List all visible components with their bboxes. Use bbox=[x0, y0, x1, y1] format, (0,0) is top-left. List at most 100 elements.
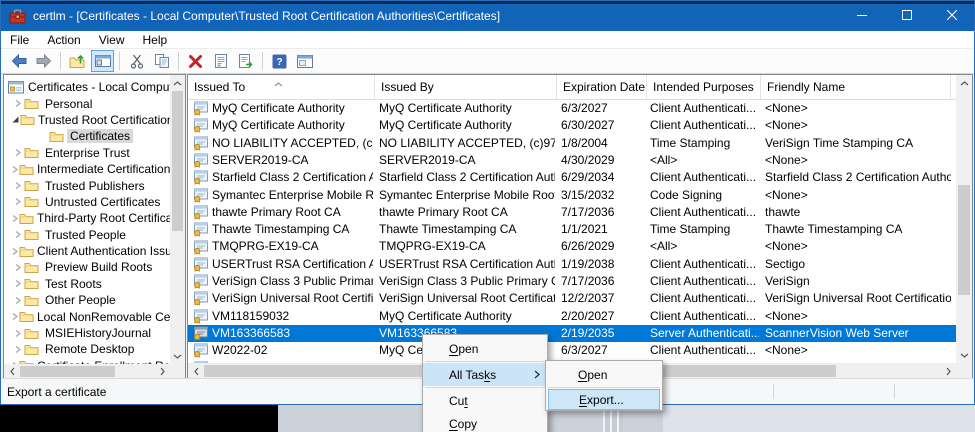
scrollbar-thumb[interactable] bbox=[958, 185, 970, 295]
tree-item-label: Preview Build Roots bbox=[42, 260, 155, 274]
table-row-starfield-class-2-certification-a[interactable]: Starfield Class 2 Certification A...Star… bbox=[188, 169, 956, 186]
table-row-myq-certificate-authority[interactable]: MyQ Certificate AuthorityMyQ Certificate… bbox=[188, 100, 956, 117]
chevron-collapsed-icon[interactable] bbox=[11, 181, 24, 190]
copy-button[interactable] bbox=[150, 50, 173, 72]
chevron-collapsed-icon[interactable] bbox=[11, 165, 19, 174]
tree-horizontal-scrollbar[interactable] bbox=[4, 364, 170, 379]
list-vertical-scrollbar[interactable] bbox=[956, 75, 972, 363]
tree-item-local-nonremovable-cert[interactable]: Local NonRemovable Cert bbox=[4, 308, 170, 324]
tree-item-remote-desktop[interactable]: Remote Desktop bbox=[4, 341, 170, 357]
issued-to-text: NO LIABILITY ACCEPTED, (c)97 ... bbox=[212, 135, 373, 152]
column-header-intended-purposes[interactable]: Intended Purposes bbox=[647, 75, 761, 100]
menubar-item-action[interactable]: Action bbox=[38, 31, 89, 49]
cut-icon bbox=[130, 54, 144, 69]
cell-issued-to: NO LIABILITY ACCEPTED, (c)97 ... bbox=[192, 135, 373, 152]
close-button[interactable] bbox=[929, 1, 974, 31]
tree-item-enterprise-trust[interactable]: Enterprise Trust bbox=[4, 145, 170, 161]
tree-item-test-roots[interactable]: Test Roots bbox=[4, 276, 170, 292]
help-button[interactable]: ? bbox=[268, 50, 291, 72]
show-console-tree-button[interactable] bbox=[91, 50, 114, 72]
scroll-up-arrow-icon[interactable] bbox=[170, 75, 185, 91]
tree-item-third-party-root-certifica[interactable]: Third-Party Root Certifica bbox=[4, 210, 170, 226]
menubar-item-file[interactable]: File bbox=[1, 31, 38, 49]
cell-friendly-name: Starfield Class 2 Certification Autho... bbox=[765, 169, 951, 186]
tree-item-preview-build-roots[interactable]: Preview Build Roots bbox=[4, 259, 170, 275]
table-row-server2019-ca[interactable]: SERVER2019-CASERVER2019-CA4/30/2029<All>… bbox=[188, 152, 956, 169]
tree-item-trusted-people[interactable]: Trusted People bbox=[4, 227, 170, 243]
certificate-icon bbox=[192, 343, 208, 358]
menu-item-export[interactable]: Export... bbox=[548, 389, 660, 410]
table-row-verisign-class-3-public-primary[interactable]: VeriSign Class 3 Public Primary ...VeriS… bbox=[188, 273, 956, 290]
scrollbar-thumb[interactable] bbox=[172, 91, 183, 231]
chevron-collapsed-icon[interactable] bbox=[11, 148, 24, 157]
table-row-usertrust-rsa-certification-aut[interactable]: USERTrust RSA Certification Aut...USERTr… bbox=[188, 256, 956, 273]
scroll-left-arrow-icon[interactable] bbox=[188, 363, 204, 379]
chevron-collapsed-icon[interactable] bbox=[11, 279, 24, 288]
maximize-icon bbox=[902, 9, 912, 23]
chevron-collapsed-icon[interactable] bbox=[11, 230, 24, 239]
new-window-button[interactable] bbox=[293, 50, 316, 72]
scroll-down-arrow-icon[interactable] bbox=[170, 348, 185, 364]
scroll-right-arrow-icon[interactable] bbox=[154, 364, 170, 379]
properties-button[interactable] bbox=[209, 50, 232, 72]
chevron-collapsed-icon[interactable] bbox=[11, 263, 24, 272]
scroll-left-arrow-icon[interactable] bbox=[4, 364, 20, 379]
table-row-tmqprg-ex19-ca[interactable]: TMQPRG-EX19-CATMQPRG-EX19-CA6/26/2029<Al… bbox=[188, 238, 956, 255]
chevron-expanded-icon[interactable] bbox=[11, 115, 20, 124]
chevron-collapsed-icon[interactable] bbox=[11, 99, 24, 108]
menu-item-all-tasks[interactable]: All Tasks bbox=[423, 363, 547, 386]
minimize-button[interactable] bbox=[839, 1, 884, 31]
table-row-verisign-universal-root-certific[interactable]: VeriSign Universal Root Certific...VeriS… bbox=[188, 290, 956, 307]
column-header-expiration-date[interactable]: Expiration Date bbox=[557, 75, 647, 100]
scrollbar-thumb[interactable] bbox=[20, 366, 115, 377]
chevron-collapsed-icon[interactable] bbox=[11, 345, 24, 354]
tree-item-msiehistoryjournal[interactable]: MSIEHistoryJournal bbox=[4, 325, 170, 341]
export-list-button[interactable] bbox=[234, 50, 257, 72]
table-row-myq-certificate-authority[interactable]: MyQ Certificate AuthorityMyQ Certificate… bbox=[188, 117, 956, 134]
tree-item-trusted-publishers[interactable]: Trusted Publishers bbox=[4, 177, 170, 193]
tree-item-untrusted-certificates[interactable]: Untrusted Certificates bbox=[4, 194, 170, 210]
maximize-button[interactable] bbox=[884, 1, 929, 31]
tree-item-client-authentication-issu[interactable]: Client Authentication Issu bbox=[4, 243, 170, 259]
tree-item-root[interactable]: Certificates - Local Computer bbox=[4, 79, 170, 95]
table-row-thawte-primary-root-ca[interactable]: thawte Primary Root CAthawte Primary Roo… bbox=[188, 204, 956, 221]
table-row-vm118159032[interactable]: VM118159032MyQ Certificate Authority2/20… bbox=[188, 308, 956, 325]
forward-button[interactable] bbox=[32, 50, 55, 72]
toolbar-separator bbox=[262, 52, 263, 70]
menu-item-copy[interactable]: Copy bbox=[423, 412, 547, 432]
menu-item-open[interactable]: Open bbox=[546, 363, 662, 386]
table-row-w2022-02[interactable]: W2022-02MyQ Certificate Authority6/3/202… bbox=[188, 342, 956, 359]
menubar-item-help[interactable]: Help bbox=[134, 31, 177, 49]
tree-item-other-people[interactable]: Other People bbox=[4, 292, 170, 308]
table-row-vm163366583[interactable]: VM163366583VM1633665832/19/2035Server Au… bbox=[188, 325, 956, 342]
chevron-collapsed-icon[interactable] bbox=[11, 312, 19, 321]
table-row-no-liability-accepted-c-97[interactable]: NO LIABILITY ACCEPTED, (c)97 ...NO LIABI… bbox=[188, 135, 956, 152]
scroll-right-arrow-icon[interactable] bbox=[940, 363, 956, 379]
column-header-issued-by[interactable]: Issued By bbox=[375, 75, 557, 100]
delete-button[interactable] bbox=[184, 50, 207, 72]
table-row-symantec-enterprise-mobile-ro[interactable]: Symantec Enterprise Mobile Ro...Symantec… bbox=[188, 187, 956, 204]
column-header-friendly-name[interactable]: Friendly Name bbox=[761, 75, 951, 100]
tree-vertical-scrollbar[interactable] bbox=[170, 75, 185, 364]
issued-to-text: VM118159032 bbox=[212, 308, 289, 325]
chevron-collapsed-icon[interactable] bbox=[11, 247, 19, 256]
scroll-up-arrow-icon[interactable] bbox=[956, 75, 972, 91]
cut-button[interactable] bbox=[125, 50, 148, 72]
chevron-collapsed-icon[interactable] bbox=[11, 214, 19, 223]
tree-item-certificates[interactable]: Certificates bbox=[4, 128, 170, 144]
chevron-collapsed-icon[interactable] bbox=[11, 197, 24, 206]
menubar-item-view[interactable]: View bbox=[90, 31, 134, 49]
table-row-thawte-timestamping-ca[interactable]: Thawte Timestamping CAThawte Timestampin… bbox=[188, 221, 956, 238]
chevron-collapsed-icon[interactable] bbox=[11, 296, 24, 305]
tree-item-intermediate-certification[interactable]: Intermediate Certification bbox=[4, 161, 170, 177]
tree-item-personal[interactable]: Personal bbox=[4, 95, 170, 111]
menu-item-open[interactable]: Open bbox=[423, 337, 547, 360]
scroll-down-arrow-icon[interactable] bbox=[956, 347, 972, 363]
menu-item-cut[interactable]: Cut bbox=[423, 389, 547, 412]
up-folder-button[interactable] bbox=[66, 50, 89, 72]
chevron-collapsed-icon[interactable] bbox=[11, 329, 24, 338]
certificate-icon bbox=[192, 240, 208, 255]
cell-issued-to: VM118159032 bbox=[192, 308, 373, 325]
back-button[interactable] bbox=[7, 50, 30, 72]
tree-item-trusted-root-certification[interactable]: Trusted Root Certification bbox=[4, 112, 170, 128]
